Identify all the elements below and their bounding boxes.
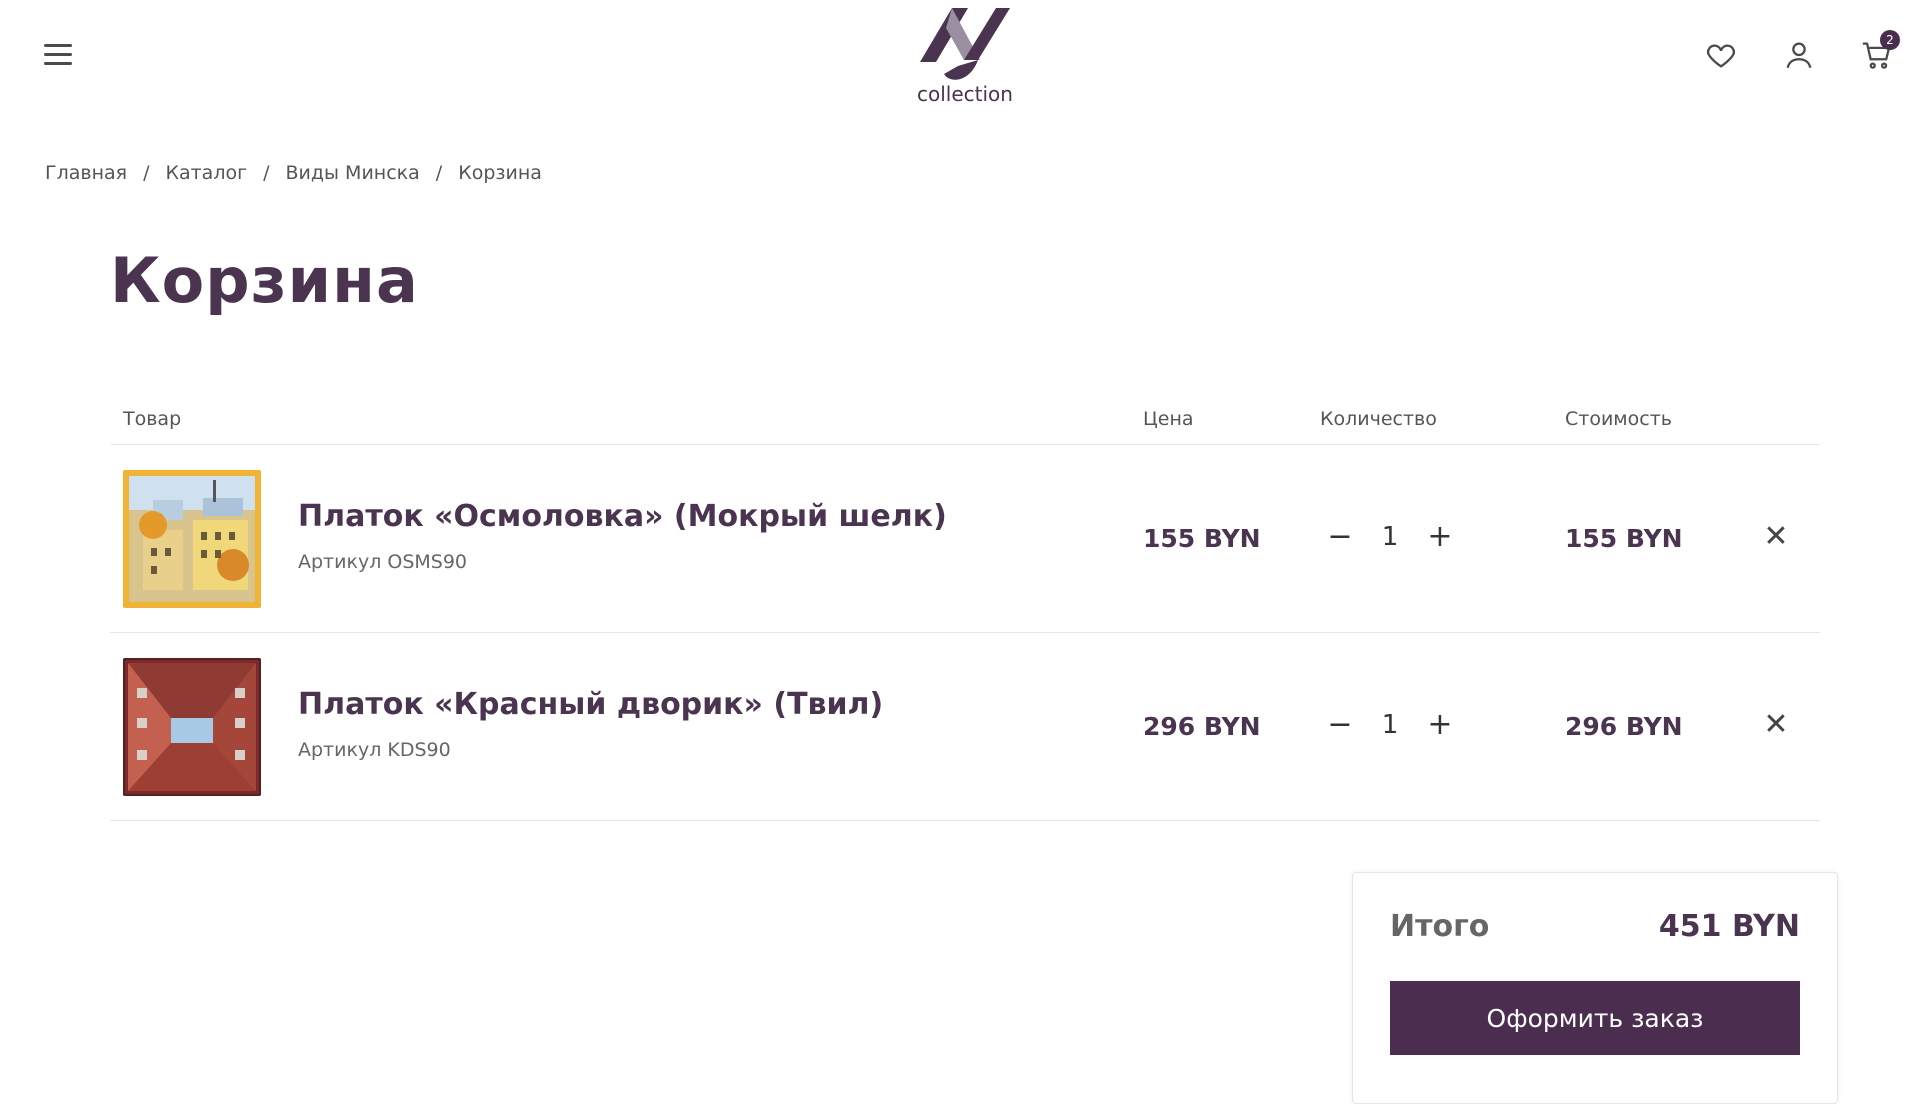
checkout-button[interactable]: Оформить заказ [1390,981,1800,1055]
quantity-value[interactable]: 1 [1360,710,1420,740]
cart-table: Товар Цена Количество Стоимость Платок «… [110,398,1820,821]
header-product: Товар [123,408,182,430]
table-row: Платок «Осмоловка» (Мокрый шелк) Артикул… [110,445,1820,633]
breadcrumb-separator: / [435,162,443,184]
cart-count-badge: 2 [1880,30,1900,50]
quantity-value[interactable]: 1 [1360,522,1420,552]
breadcrumb-current: Корзина [458,162,542,184]
product-cost: 296 BYN [1565,712,1683,741]
increase-quantity-button[interactable]: + [1420,705,1460,745]
decrease-quantity-button[interactable]: − [1320,517,1360,557]
header-cost: Стоимость [1565,408,1672,430]
user-icon[interactable] [1782,38,1816,72]
cart-icon[interactable]: 2 [1860,30,1900,72]
summary-label: Итого [1390,909,1490,944]
product-price: 296 BYN [1143,712,1261,741]
breadcrumb-separator: / [143,162,150,184]
decrease-quantity-button[interactable]: − [1320,705,1360,745]
breadcrumb-catalog[interactable]: Каталог [165,162,247,184]
close-icon[interactable]: ✕ [1762,710,1790,740]
product-name[interactable]: Платок «Красный дворик» (Твил) [298,687,883,722]
logo[interactable]: collection [900,0,1030,110]
increase-quantity-button[interactable]: + [1420,517,1460,557]
breadcrumb-separator: / [263,162,270,184]
header-quantity: Количество [1320,408,1437,430]
breadcrumb: Главная / Каталог / Виды Минска / Корзин… [45,162,542,184]
menu-icon[interactable] [44,44,72,66]
table-header: Товар Цена Количество Стоимость [110,398,1820,445]
product-name[interactable]: Платок «Осмоловка» (Мокрый шелк) [298,499,947,534]
breadcrumb-home[interactable]: Главная [45,162,127,184]
breadcrumb-category[interactable]: Виды Минска [286,162,420,184]
table-row: Платок «Красный дворик» (Твил) Артикул K… [110,633,1820,821]
heart-icon[interactable] [1704,38,1738,72]
product-sku: Артикул KDS90 [298,739,451,761]
product-price: 155 BYN [1143,524,1261,553]
product-image[interactable] [123,470,261,608]
quantity-stepper: − 1 + [1320,517,1460,557]
product-cost: 155 BYN [1565,524,1683,553]
order-summary: Итого 451 BYN Оформить заказ [1352,872,1838,1104]
summary-total: 451 BYN [1658,909,1800,944]
close-icon[interactable]: ✕ [1762,522,1790,552]
quantity-stepper: − 1 + [1320,705,1460,745]
product-image[interactable] [123,658,261,796]
logo-mark-icon [920,8,1010,80]
product-sku: Артикул OSMS90 [298,551,468,573]
logo-text: collection [917,82,1013,106]
page-title: Корзина [110,244,419,317]
header-price: Цена [1143,408,1194,430]
